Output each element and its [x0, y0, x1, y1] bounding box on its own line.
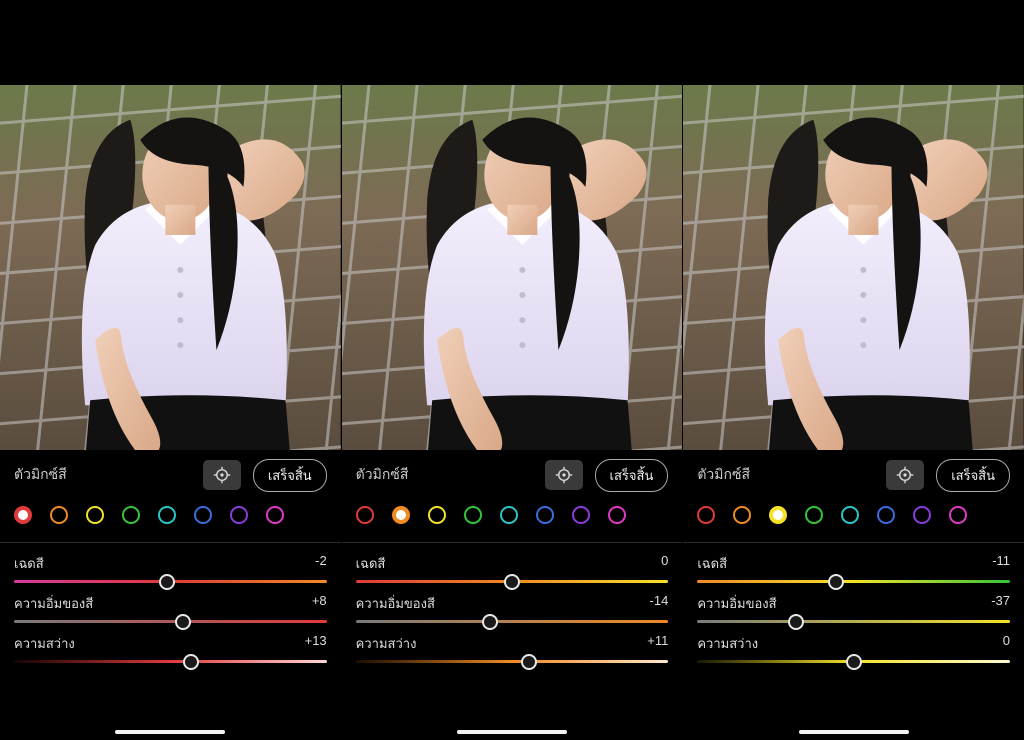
color-swatch[interactable] [608, 506, 626, 524]
slider-row: ความอิ่มของสี +8 [14, 593, 327, 623]
slider-track[interactable] [356, 580, 669, 583]
slider-row: ความอิ่มของสี -37 [697, 593, 1010, 623]
slider-value: -14 [650, 593, 669, 614]
color-mix-panel: ตัวมิกซ์สี เสร็จสิ้นเฉดสี -11 ความอิ่มของสี… [682, 0, 1024, 740]
slider-label: ความสว่าง [697, 633, 758, 654]
home-indicator [799, 730, 909, 734]
color-mix-panel: ตัวมิกซ์สี เสร็จสิ้นเฉดสี -2 ความอิ่มของสี +… [0, 0, 341, 740]
slider-value: 0 [1003, 633, 1010, 654]
slider-value: -11 [992, 553, 1010, 574]
preview-image [683, 85, 1024, 450]
color-swatch-row [356, 500, 669, 536]
slider-track[interactable] [697, 660, 1010, 663]
color-swatch[interactable] [230, 506, 248, 524]
slider-label: เฉดสี [697, 553, 727, 574]
done-button[interactable]: เสร็จสิ้น [253, 459, 327, 492]
slider-value: -2 [315, 553, 327, 574]
color-swatch[interactable] [194, 506, 212, 524]
color-swatch[interactable] [733, 506, 751, 524]
slider-thumb[interactable] [504, 574, 520, 590]
slider-value: 0 [661, 553, 668, 574]
slider-row: ความสว่าง +11 [356, 633, 669, 663]
slider-row: ความสว่าง +13 [14, 633, 327, 663]
target-picker-button[interactable] [545, 460, 583, 490]
slider-label: เฉดสี [356, 553, 386, 574]
color-swatch[interactable] [500, 506, 518, 524]
slider-value: -37 [991, 593, 1010, 614]
slider-thumb[interactable] [788, 614, 804, 630]
home-indicator [115, 730, 225, 734]
color-swatch[interactable] [877, 506, 895, 524]
slider-thumb[interactable] [521, 654, 537, 670]
slider-track[interactable] [14, 580, 327, 583]
slider-row: เฉดสี 0 [356, 553, 669, 583]
color-swatch[interactable] [266, 506, 284, 524]
panel-title: ตัวมิกซ์สี [697, 464, 886, 486]
slider-thumb[interactable] [828, 574, 844, 590]
slider-track[interactable] [356, 660, 669, 663]
color-swatch[interactable] [697, 506, 715, 524]
controls-overlay: ตัวมิกซ์สี เสร็จสิ้นเฉดสี -2 ความอิ่มของสี +… [0, 450, 341, 740]
divider [0, 542, 341, 543]
slider-label: ความอิ่มของสี [356, 593, 435, 614]
slider-label: ความสว่าง [356, 633, 417, 654]
color-swatch[interactable] [428, 506, 446, 524]
color-swatch-row [14, 500, 327, 536]
slider-track[interactable] [697, 620, 1010, 623]
color-swatch[interactable] [464, 506, 482, 524]
slider-thumb[interactable] [482, 614, 498, 630]
done-button[interactable]: เสร็จสิ้น [936, 459, 1010, 492]
panel-title: ตัวมิกซ์สี [14, 464, 203, 486]
slider-thumb[interactable] [846, 654, 862, 670]
panel-title: ตัวมิกซ์สี [356, 464, 545, 486]
color-swatch[interactable] [122, 506, 140, 524]
slider-track[interactable] [356, 620, 669, 623]
color-swatch[interactable] [572, 506, 590, 524]
slider-label: ความสว่าง [14, 633, 75, 654]
slider-thumb[interactable] [175, 614, 191, 630]
slider-thumb[interactable] [183, 654, 199, 670]
color-swatch[interactable] [805, 506, 823, 524]
preview-image [0, 85, 341, 450]
color-swatch[interactable] [536, 506, 554, 524]
color-swatch[interactable] [769, 506, 787, 524]
slider-label: ความอิ่มของสี [697, 593, 776, 614]
color-swatch-row [697, 500, 1010, 536]
slider-label: เฉดสี [14, 553, 44, 574]
controls-overlay: ตัวมิกซ์สี เสร็จสิ้นเฉดสี 0 ความอิ่มของสี -1… [342, 450, 683, 740]
color-swatch[interactable] [356, 506, 374, 524]
home-indicator [457, 730, 567, 734]
target-picker-button[interactable] [203, 460, 241, 490]
slider-track[interactable] [14, 620, 327, 623]
slider-track[interactable] [697, 580, 1010, 583]
color-swatch[interactable] [158, 506, 176, 524]
slider-value: +8 [312, 593, 327, 614]
controls-overlay: ตัวมิกซ์สี เสร็จสิ้นเฉดสี -11 ความอิ่มของสี… [683, 450, 1024, 740]
slider-row: ความอิ่มของสี -14 [356, 593, 669, 623]
color-swatch[interactable] [14, 506, 32, 524]
divider [683, 542, 1024, 543]
preview-image [342, 85, 683, 450]
slider-value: +11 [647, 633, 668, 654]
target-picker-button[interactable] [886, 460, 924, 490]
color-mix-panel: ตัวมิกซ์สี เสร็จสิ้นเฉดสี 0 ความอิ่มของสี -1… [341, 0, 683, 740]
divider [342, 542, 683, 543]
slider-label: ความอิ่มของสี [14, 593, 93, 614]
color-swatch[interactable] [949, 506, 967, 524]
slider-value: +13 [305, 633, 327, 654]
slider-row: เฉดสี -2 [14, 553, 327, 583]
slider-row: ความสว่าง 0 [697, 633, 1010, 663]
color-swatch[interactable] [392, 506, 410, 524]
color-swatch[interactable] [841, 506, 859, 524]
color-swatch[interactable] [86, 506, 104, 524]
done-button[interactable]: เสร็จสิ้น [595, 459, 669, 492]
color-swatch[interactable] [50, 506, 68, 524]
slider-track[interactable] [14, 660, 327, 663]
color-swatch[interactable] [913, 506, 931, 524]
slider-thumb[interactable] [159, 574, 175, 590]
slider-row: เฉดสี -11 [697, 553, 1010, 583]
